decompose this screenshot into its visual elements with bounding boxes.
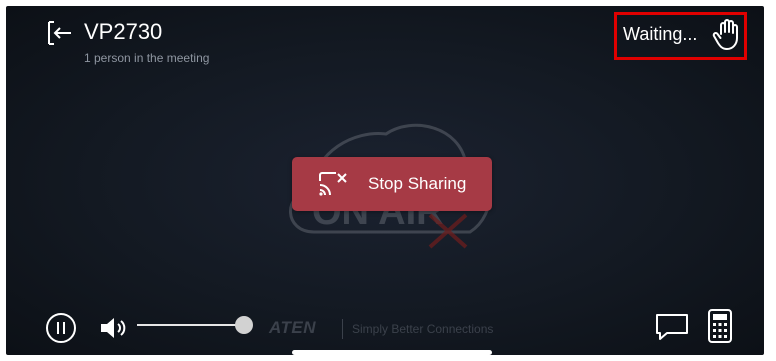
meeting-title: VP2730: [84, 19, 163, 44]
waiting-status: Waiting...: [623, 24, 698, 44]
volume-slider-track[interactable]: [137, 324, 244, 326]
branding-divider: [342, 319, 343, 339]
stop-sharing-button[interactable]: Stop Sharing: [292, 157, 492, 211]
volume-slider-knob[interactable]: [235, 316, 253, 334]
speaker-icon[interactable]: [99, 316, 133, 340]
chat-icon[interactable]: [654, 312, 690, 342]
keypad-icon[interactable]: [707, 308, 733, 344]
meeting-screen: VP2730 1 person in the meeting Waiting..…: [6, 6, 764, 355]
stop-sharing-label: Stop Sharing: [368, 174, 467, 193]
aten-logo: ATEN: [269, 318, 317, 337]
participant-count: 1 person in the meeting: [84, 51, 210, 65]
home-indicator[interactable]: [292, 350, 492, 355]
aten-tagline: Simply Better Connections: [352, 322, 494, 336]
raise-hand-icon[interactable]: [710, 16, 746, 52]
back-arrow-icon[interactable]: [46, 18, 74, 48]
cast-off-icon: [318, 171, 348, 197]
disconnected-x-icon: [426, 211, 470, 251]
pause-icon[interactable]: [46, 313, 76, 343]
